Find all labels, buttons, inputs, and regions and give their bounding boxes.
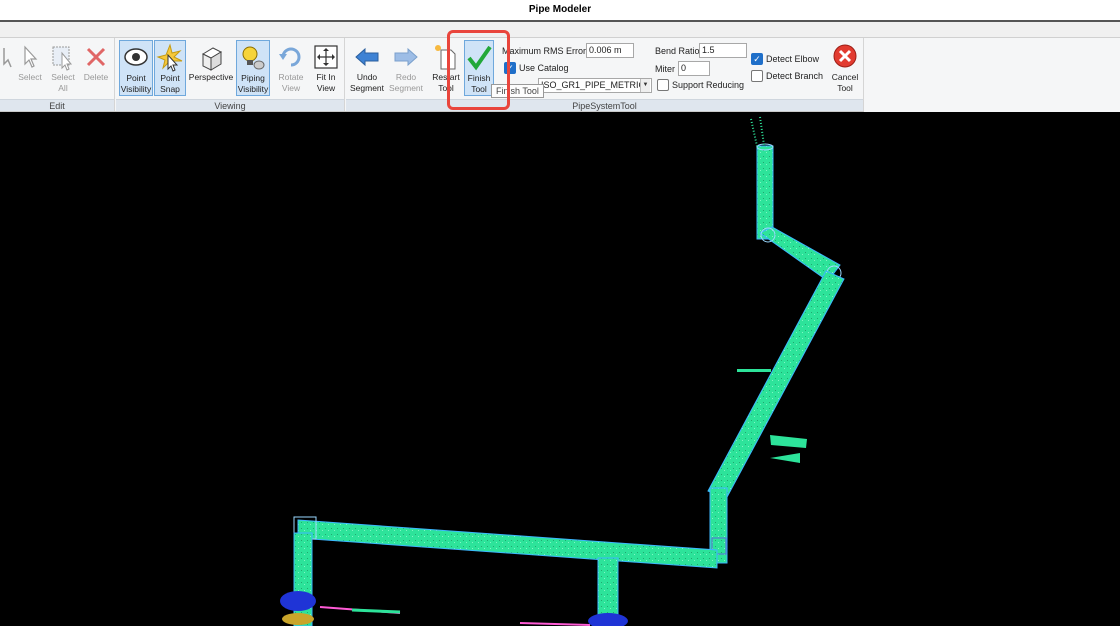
delete-label: Delete: [83, 72, 109, 82]
lightbulb-icon: [242, 46, 265, 70]
edit-clipped-button[interactable]: o: [0, 40, 12, 96]
stray-points: [319, 369, 807, 626]
support-reducing-checkbox[interactable]: [657, 79, 669, 91]
ribbon-empty-area: [864, 38, 1120, 112]
pipe-horizontal: [293, 516, 718, 569]
chevron-down-icon: ▼: [640, 79, 650, 92]
detect-branch-checkbox[interactable]: [751, 70, 763, 82]
eye-icon: [124, 48, 148, 66]
delete-button[interactable]: Delete: [81, 40, 111, 96]
point-visibility-button[interactable]: Point Visibility: [119, 40, 153, 96]
viewing-group: Point Visibility Point Snap Perspective …: [116, 38, 345, 111]
select-all-icon: [52, 46, 73, 71]
fit-view-icon: [314, 45, 338, 69]
point-snap-label: Point Snap: [160, 73, 180, 94]
point-snap-icon: [156, 43, 183, 72]
select-label: Select: [18, 72, 42, 82]
fit-in-view-button[interactable]: Fit In View: [310, 40, 342, 96]
bend-ratio-input[interactable]: 1.5: [699, 43, 747, 58]
arrow-left-icon: [355, 47, 379, 67]
edit-group: o Select Select All Delete Edit: [0, 38, 115, 111]
rotate-view-label: Rotate View: [278, 72, 304, 93]
point-cloud-canvas[interactable]: [0, 113, 1120, 626]
use-catalog-label: Use Catalog: [519, 63, 569, 73]
fit-in-view-label: Fit In View: [316, 72, 336, 93]
max-rms-error-label: Maximum RMS Error: [502, 46, 587, 56]
pipe-system-tool-group-label: PipeSystemTool: [346, 99, 863, 111]
select-all-label: Select All: [51, 72, 75, 93]
piping-visibility-button[interactable]: Piping Visibility: [236, 40, 270, 96]
pipe-diagonal-long: [707, 270, 845, 500]
point-visibility-label: Point Visibility: [120, 73, 152, 94]
edit-group-label: Edit: [0, 99, 114, 111]
cancel-tool-button[interactable]: Cancel Tool: [828, 40, 862, 96]
pointer-icon: [3, 48, 12, 68]
cancel-circle-icon: [833, 44, 857, 68]
ribbon: o Select Select All Delete Edit Point Vi…: [0, 38, 1120, 112]
bend-ratio-label: Bend Ratio: [655, 46, 700, 56]
cube-icon: [201, 47, 223, 71]
undo-segment-label: Undo Segment: [349, 72, 385, 93]
detect-elbow-checkbox[interactable]: ✓: [751, 53, 763, 65]
redo-segment-button[interactable]: Redo Segment: [387, 40, 425, 96]
window-title: Pipe Modeler: [0, 0, 1120, 20]
cancel-tool-label: Cancel Tool: [831, 72, 859, 93]
catalog-dropdown-value: ISO_GR1_PIPE_METRIC: [541, 80, 646, 90]
delete-x-icon: [86, 47, 106, 67]
undo-segment-button[interactable]: Undo Segment: [348, 40, 386, 96]
rotate-icon: [279, 47, 301, 67]
edit-clipped-label: o: [0, 72, 8, 83]
pipe-system-tool-group: Undo Segment Redo Segment Restart Tool F…: [346, 38, 864, 111]
max-rms-error-input[interactable]: 0.006 m: [586, 43, 634, 58]
3d-viewport[interactable]: [0, 113, 1120, 626]
viewing-group-label: Viewing: [116, 99, 344, 111]
pipe-vertical-top: [750, 116, 774, 240]
select-button[interactable]: Select: [15, 40, 45, 96]
select-all-button[interactable]: Select All: [47, 40, 79, 96]
finish-tool-highlight: [447, 30, 510, 110]
rotate-view-button[interactable]: Rotate View: [274, 40, 308, 96]
pipe-left-drop: [293, 532, 313, 626]
miter-input[interactable]: 0: [678, 61, 710, 76]
catalog-dropdown[interactable]: ISO_GR1_PIPE_METRIC ▼: [538, 78, 652, 93]
arrow-right-icon: [394, 47, 418, 67]
cursor-arrow-icon: [24, 45, 38, 68]
support-reducing-label: Support Reducing: [672, 80, 745, 90]
redo-segment-label: Redo Segment: [388, 72, 424, 93]
perspective-button[interactable]: Perspective: [187, 40, 235, 96]
detect-elbow-label: Detect Elbow: [766, 54, 820, 64]
perspective-label: Perspective: [188, 72, 234, 82]
detect-branch-label: Detect Branch: [766, 71, 824, 81]
ribbon-tab-strip: [0, 22, 1120, 38]
miter-label: Miter: [655, 64, 675, 74]
point-snap-button[interactable]: Point Snap: [154, 40, 186, 96]
piping-visibility-label: Piping Visibility: [237, 73, 269, 94]
